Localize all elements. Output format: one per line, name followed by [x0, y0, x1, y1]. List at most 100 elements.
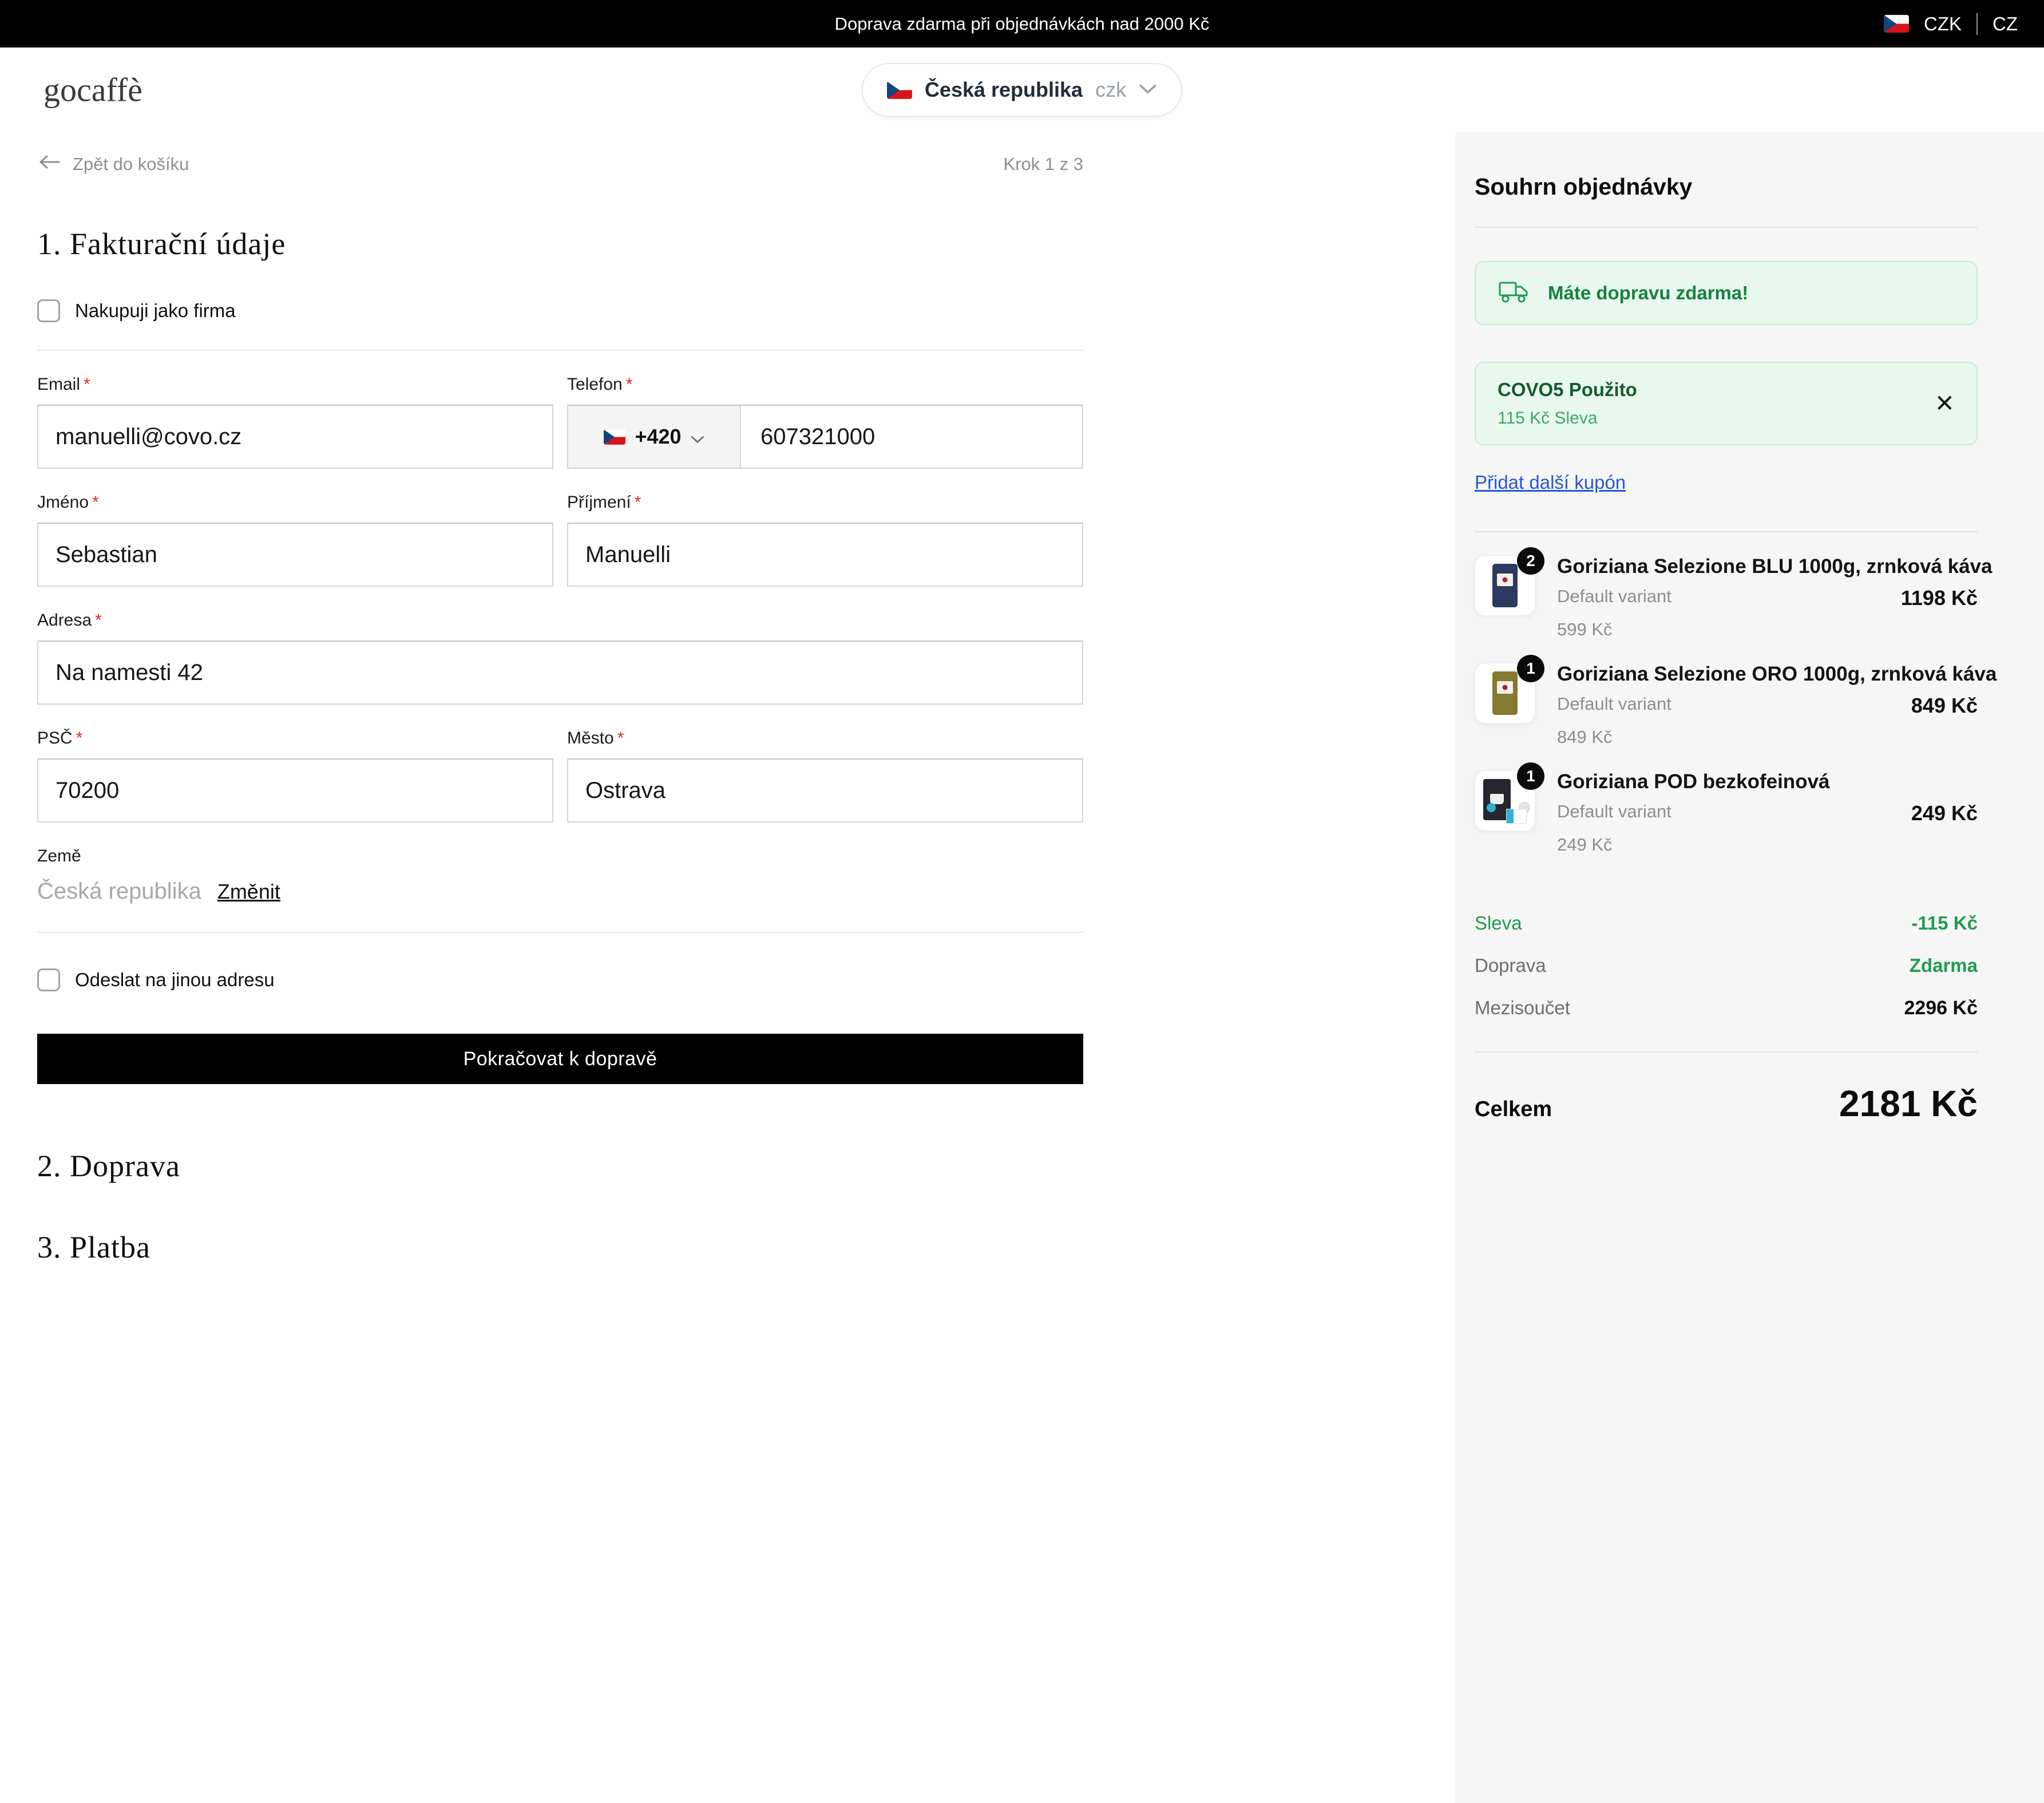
cart-item: 1 Goriziana Selezione ORO 1000g, zrnková…	[1475, 663, 1978, 748]
ship-other-address-checkbox[interactable]	[37, 968, 60, 991]
required-asterisk: *	[626, 375, 633, 394]
last-name-field-group: Příjmení*	[567, 493, 1083, 587]
required-asterisk: *	[92, 493, 99, 512]
czech-flag-icon	[1884, 15, 1909, 33]
content-area: Zpět do košíku Krok 1 z 3 1. Fakturační …	[0, 132, 2044, 1803]
grand-total-row: Celkem 2181 Kč	[1475, 1082, 1978, 1125]
country-selector[interactable]: Česká republika czk	[862, 63, 1182, 117]
coupon-discount: 115 Kč Sleva	[1498, 409, 1637, 428]
free-shipping-banner: Máte dopravu zdarma!	[1475, 261, 1978, 325]
quantity-badge: 1	[1517, 762, 1544, 790]
discount-value: -115 Kč	[1911, 912, 1978, 934]
country-field-group: Země Česká republika Změnit	[37, 847, 1083, 904]
address-field-group: Adresa*	[37, 611, 1083, 705]
product-variant: Default variant	[1557, 694, 1671, 714]
email-field-group: Email*	[37, 375, 553, 469]
billing-heading: 1. Fakturační údaje	[37, 226, 1083, 262]
breadcrumb-row: Zpět do košíku Krok 1 z 3	[37, 153, 1083, 176]
required-asterisk: *	[76, 729, 83, 748]
continue-to-shipping-button[interactable]: Pokračovat k dopravě	[37, 1034, 1083, 1084]
country-label: Země	[37, 847, 1083, 866]
phone-field-group: Telefon* +420	[567, 375, 1083, 469]
product-line-total: 1198 Kč	[1901, 586, 1978, 610]
step-indicator: Krok 1 z 3	[1003, 154, 1083, 175]
phone-field[interactable]	[741, 406, 1082, 468]
grand-total-value: 2181 Kč	[1839, 1082, 1978, 1125]
subtotal-value: 2296 Kč	[1904, 997, 1978, 1019]
required-asterisk: *	[95, 611, 102, 630]
first-name-field[interactable]	[37, 523, 553, 587]
divider	[1976, 13, 1978, 35]
add-coupon-link[interactable]: Přidat další kupón	[1475, 472, 1626, 493]
locale-controls: CZK CZ	[1884, 0, 2018, 48]
free-shipping-text: Máte dopravu zdarma!	[1548, 282, 1748, 304]
company-checkbox[interactable]	[37, 299, 60, 322]
site-header: gocaffè Česká republika czk	[0, 48, 2044, 132]
phone-label: Telefon*	[567, 375, 1083, 394]
announcement-bar: Doprava zdarma při objednávkách nad 2000…	[0, 0, 2044, 48]
product-name: Goriziana Selezione ORO 1000g, zrnková k…	[1557, 663, 1978, 686]
address-field[interactable]	[37, 640, 1083, 705]
truck-icon	[1499, 279, 1530, 307]
shipping-value: Zdarma	[1910, 955, 1978, 976]
applied-coupon-card: COVO5 Použito 115 Kč Sleva ✕	[1475, 362, 1978, 445]
product-line-total: 249 Kč	[1911, 801, 1978, 825]
grand-total-label: Celkem	[1475, 1097, 1552, 1122]
divider	[1475, 531, 1978, 532]
discount-row: Sleva -115 Kč	[1475, 912, 1978, 934]
czech-flag-icon	[604, 429, 625, 445]
product-unit-price: 249 Kč	[1557, 835, 1978, 855]
required-asterisk: *	[635, 493, 641, 512]
address-label: Adresa*	[37, 611, 1083, 630]
shipping-row: Doprava Zdarma	[1475, 955, 1978, 976]
quantity-badge: 2	[1517, 547, 1544, 575]
last-name-field[interactable]	[567, 523, 1083, 587]
totals-section: Sleva -115 Kč Doprava Zdarma Mezisoučet …	[1475, 912, 1978, 1019]
city-field-group: Město*	[567, 729, 1083, 823]
language-switcher[interactable]: CZ	[1992, 13, 2018, 35]
first-name-label: Jméno*	[37, 493, 553, 512]
first-name-field-group: Jméno*	[37, 493, 553, 587]
divider	[1475, 227, 1978, 228]
discount-label: Sleva	[1475, 912, 1522, 934]
city-field[interactable]	[567, 758, 1083, 823]
product-variant: Default variant	[1557, 801, 1671, 822]
announcement-text: Doprava zdarma při objednávkách nad 2000…	[835, 14, 1210, 34]
payment-heading: 3. Platba	[37, 1229, 1083, 1265]
cart-item: 1 Goriziana POD bezkofeinová Default var…	[1475, 770, 1978, 855]
divider	[1475, 1051, 1978, 1053]
product-variant: Default variant	[1557, 586, 1671, 607]
phone-prefix-selector[interactable]: +420	[568, 406, 741, 468]
chevron-down-icon	[1139, 83, 1157, 97]
company-checkbox-row: Nakupuji jako firma	[37, 299, 1083, 322]
coupon-code-status: COVO5 Použito	[1498, 379, 1637, 401]
change-country-link[interactable]: Změnit	[217, 880, 280, 904]
cart-item: 2 Goriziana Selezione BLU 1000g, zrnková…	[1475, 555, 1978, 640]
required-asterisk: *	[84, 375, 90, 394]
ship-checkbox-label: Odeslat na jinou adresu	[75, 969, 275, 991]
summary-title: Souhrn objednávky	[1475, 173, 1978, 200]
order-summary-sidebar: Souhrn objednávky Máte dopravu zdarma! C…	[1455, 132, 2044, 1803]
remove-coupon-icon[interactable]: ✕	[1935, 392, 1955, 416]
city-label: Město*	[567, 729, 1083, 748]
product-name: Goriziana Selezione BLU 1000g, zrnková k…	[1557, 555, 1978, 578]
arrow-left-icon	[37, 153, 61, 176]
subtotal-row: Mezisoučet 2296 Kč	[1475, 997, 1978, 1019]
product-unit-price: 849 Kč	[1557, 727, 1978, 748]
zip-field-group: PSČ*	[37, 729, 553, 823]
chevron-down-icon	[691, 425, 704, 449]
divider	[37, 932, 1083, 933]
zip-field[interactable]	[37, 758, 553, 823]
last-name-label: Příjmení*	[567, 493, 1083, 512]
czech-flag-icon	[887, 81, 912, 99]
quantity-badge: 1	[1517, 655, 1544, 682]
company-checkbox-label: Nakupuji jako firma	[75, 300, 236, 322]
currency-switcher[interactable]: CZK	[1924, 13, 1962, 35]
selected-country-label: Česká republika	[925, 78, 1083, 102]
product-line-total: 849 Kč	[1911, 694, 1978, 718]
cart-items-list: 2 Goriziana Selezione BLU 1000g, zrnková…	[1475, 555, 1978, 855]
email-label: Email*	[37, 375, 553, 394]
email-field[interactable]	[37, 405, 553, 469]
site-logo[interactable]: gocaffè	[43, 71, 142, 109]
back-to-cart-link[interactable]: Zpět do košíku	[37, 153, 189, 176]
